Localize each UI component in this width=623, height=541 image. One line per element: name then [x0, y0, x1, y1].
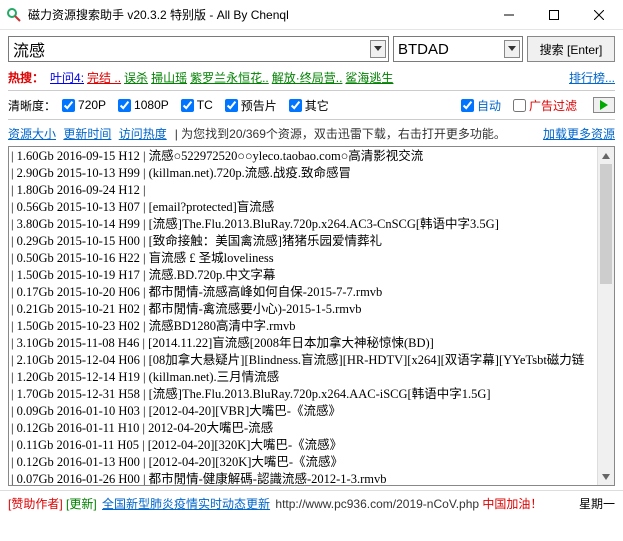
cheer-text: 中国加油！ — [482, 495, 542, 512]
engine-value: BTDAD — [398, 41, 449, 58]
hot-item[interactable]: 叶问4: — [50, 69, 84, 86]
scroll-up-icon[interactable] — [598, 147, 614, 164]
result-row[interactable]: | 3.10Gb 2015-11-08 H46 | [2014.11.22]盲流… — [11, 335, 612, 352]
hot-item[interactable]: 鲨海逃生 — [345, 69, 393, 86]
maximize-button[interactable] — [531, 0, 576, 30]
result-row[interactable]: | 1.70Gb 2015-12-31 H58 | [流感]The.Flu.20… — [11, 386, 612, 403]
scrollbar[interactable] — [597, 147, 614, 485]
scroll-thumb[interactable] — [600, 164, 612, 284]
result-row[interactable]: | 0.56Gb 2015-10-13 H07 | [email?protect… — [11, 199, 612, 216]
result-row[interactable]: | 1.80Gb 2016-09-24 H12 | — [11, 182, 612, 199]
news-url: http://www.pc936.com/2019-nCoV.php — [275, 497, 479, 511]
result-row[interactable]: | 2.90Gb 2015-10-13 H99 | (killman.net).… — [11, 165, 612, 182]
update-link[interactable]: [更新] — [66, 495, 97, 512]
sort-size[interactable]: 资源大小 — [8, 127, 56, 141]
result-row[interactable]: | 1.60Gb 2016-09-15 H12 | 流感○522972520○○… — [11, 148, 612, 165]
close-button[interactable] — [576, 0, 621, 30]
result-row[interactable]: | 1.50Gb 2015-10-19 H17 | 流感.BD.720p.中文字… — [11, 267, 612, 284]
rank-link[interactable]: 排行榜... — [569, 69, 615, 86]
search-input[interactable] — [13, 40, 384, 58]
app-icon — [6, 7, 22, 23]
sort-time[interactable]: 更新时间 — [63, 127, 111, 141]
search-history-dropdown[interactable] — [370, 40, 386, 58]
result-row[interactable]: | 1.20Gb 2015-12-14 H19 | (killman.net).… — [11, 369, 612, 386]
titlebar: 磁力资源搜索助手 v20.3.2 特别版 - All By Chenql — [0, 0, 623, 30]
engine-dropdown-arrow[interactable] — [504, 40, 520, 58]
auto-checkbox[interactable]: 自动 — [461, 97, 501, 114]
hot-item[interactable]: 误杀 — [124, 69, 148, 86]
sort-hot[interactable]: 访问热度 — [119, 127, 167, 141]
result-row[interactable]: | 3.80Gb 2015-10-14 H99 | [流感]The.Flu.20… — [11, 216, 612, 233]
play-button[interactable] — [593, 97, 615, 113]
result-row[interactable]: | 0.09Gb 2016-01-10 H03 | [2012-04-20][V… — [11, 403, 612, 420]
result-info: | 为您找到20/369个资源，双击迅雷下载，右击打开更多功能。 — [175, 125, 506, 142]
search-input-wrap[interactable] — [8, 36, 389, 62]
news-link[interactable]: 全国新型肺炎疫情实时动态更新 — [102, 495, 270, 512]
result-row[interactable]: | 1.50Gb 2015-10-23 H02 | 流感BD1280高清中字.r… — [11, 318, 612, 335]
filter-1080p[interactable]: 1080P — [118, 98, 169, 112]
result-row[interactable]: | 0.12Gb 2016-01-13 H00 | [2012-04-20][3… — [11, 454, 612, 471]
result-row[interactable]: | 0.29Gb 2015-10-15 H00 | [致命接触：美国禽流感]猪猪… — [11, 233, 612, 250]
search-button[interactable]: 搜索 [Enter] — [527, 36, 615, 62]
weekday: 星期一 — [579, 495, 615, 512]
adfilter-checkbox[interactable]: 广告过滤 — [513, 97, 577, 114]
result-row[interactable]: | 0.11Gb 2016-01-11 H05 | [2012-04-20][3… — [11, 437, 612, 454]
hot-item[interactable]: 完结 .. — [87, 69, 121, 86]
filter-tc[interactable]: TC — [181, 98, 213, 112]
filter-720p[interactable]: 720P — [62, 98, 106, 112]
filter-trailer[interactable]: 预告片 — [225, 97, 277, 114]
clarity-label: 清晰度： — [8, 97, 56, 114]
status-bar: [赞助作者] [更新] 全国新型肺炎疫情实时动态更新 http://www.pc… — [0, 490, 623, 516]
hot-label: 热搜： — [8, 69, 44, 86]
hot-item[interactable]: 紫罗兰永恒花.. — [190, 69, 269, 86]
result-row[interactable]: | 0.07Gb 2016-01-26 H00 | 都市閒情-健康解碼-認識流感… — [11, 471, 612, 486]
load-more[interactable]: 加载更多资源 — [543, 125, 615, 142]
result-row[interactable]: | 0.12Gb 2016-01-11 H10 | 2012-04-20大嘴巴-… — [11, 420, 612, 437]
sponsor-link[interactable]: [赞助作者] — [8, 495, 63, 512]
hot-items: 叶问4: 完结 .. 误杀 掃山瑶 紫罗兰永恒花.. 解放·终局营.. 鲨海逃生 — [50, 69, 569, 86]
result-row[interactable]: | 0.21Gb 2015-10-21 H02 | 都市閒情-禽流感要小心)-2… — [11, 301, 612, 318]
result-row[interactable]: | 2.10Gb 2015-12-04 H06 | [08加拿大悬疑片][Bli… — [11, 352, 612, 369]
result-row[interactable]: | 0.17Gb 2015-10-20 H06 | 都市閒情-流感高峰如何自保-… — [11, 284, 612, 301]
hot-item[interactable]: 解放·终局营.. — [272, 69, 343, 86]
minimize-button[interactable] — [486, 0, 531, 30]
filter-other[interactable]: 其它 — [289, 97, 329, 114]
engine-select[interactable]: BTDAD — [393, 36, 523, 62]
result-row[interactable]: | 0.50Gb 2015-10-16 H22 | 盲流感 £ 圣城loveli… — [11, 250, 612, 267]
result-list[interactable]: | 1.60Gb 2016-09-15 H12 | 流感○522972520○○… — [8, 146, 615, 486]
hot-item[interactable]: 掃山瑶 — [151, 69, 187, 86]
scroll-down-icon[interactable] — [598, 468, 614, 485]
window-title: 磁力资源搜索助手 v20.3.2 特别版 - All By Chenql — [28, 6, 486, 23]
